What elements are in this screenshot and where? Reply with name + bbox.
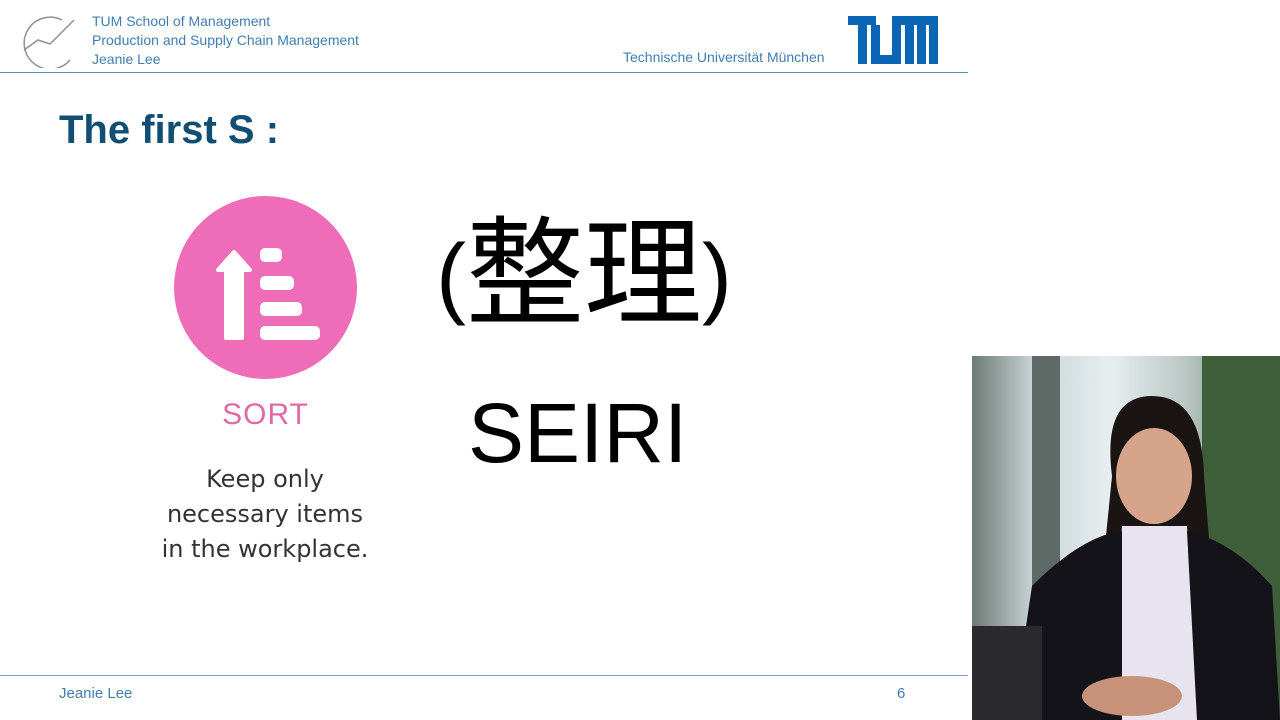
school-name: TUM School of Management bbox=[92, 13, 271, 29]
header-divider bbox=[0, 72, 968, 73]
kanji-heading: (整理) bbox=[436, 200, 732, 352]
lecturer-name: Jeanie Lee bbox=[92, 51, 161, 67]
university-name: Technische Universität München bbox=[623, 49, 825, 65]
description-line: necessary items bbox=[166, 500, 364, 528]
tum-management-logo-icon bbox=[23, 16, 75, 68]
header-info: TUM School of Management Production and … bbox=[92, 12, 359, 69]
description-line: Keep only bbox=[206, 465, 324, 493]
paren-close: ) bbox=[702, 227, 732, 327]
sort-ascending-icon bbox=[174, 196, 357, 379]
page-number: 6 bbox=[897, 685, 906, 702]
romaji-heading: SEIRI bbox=[468, 386, 688, 480]
webcam-video bbox=[972, 356, 1280, 720]
footer-divider bbox=[0, 675, 968, 676]
sort-description: Keep only necessary items in the workpla… bbox=[140, 462, 390, 567]
slide-title: The first S : bbox=[59, 108, 280, 152]
kanji-text: 整理 bbox=[465, 209, 702, 341]
tum-logo-icon bbox=[848, 16, 938, 64]
paren-open: ( bbox=[436, 227, 466, 327]
chair-name: Production and Supply Chain Management bbox=[92, 32, 359, 48]
description-line: in the workplace. bbox=[161, 535, 369, 563]
slide: TUM School of Management Production and … bbox=[0, 0, 970, 720]
footer-author: Jeanie Lee bbox=[59, 685, 133, 702]
sort-label: SORT bbox=[222, 398, 309, 431]
